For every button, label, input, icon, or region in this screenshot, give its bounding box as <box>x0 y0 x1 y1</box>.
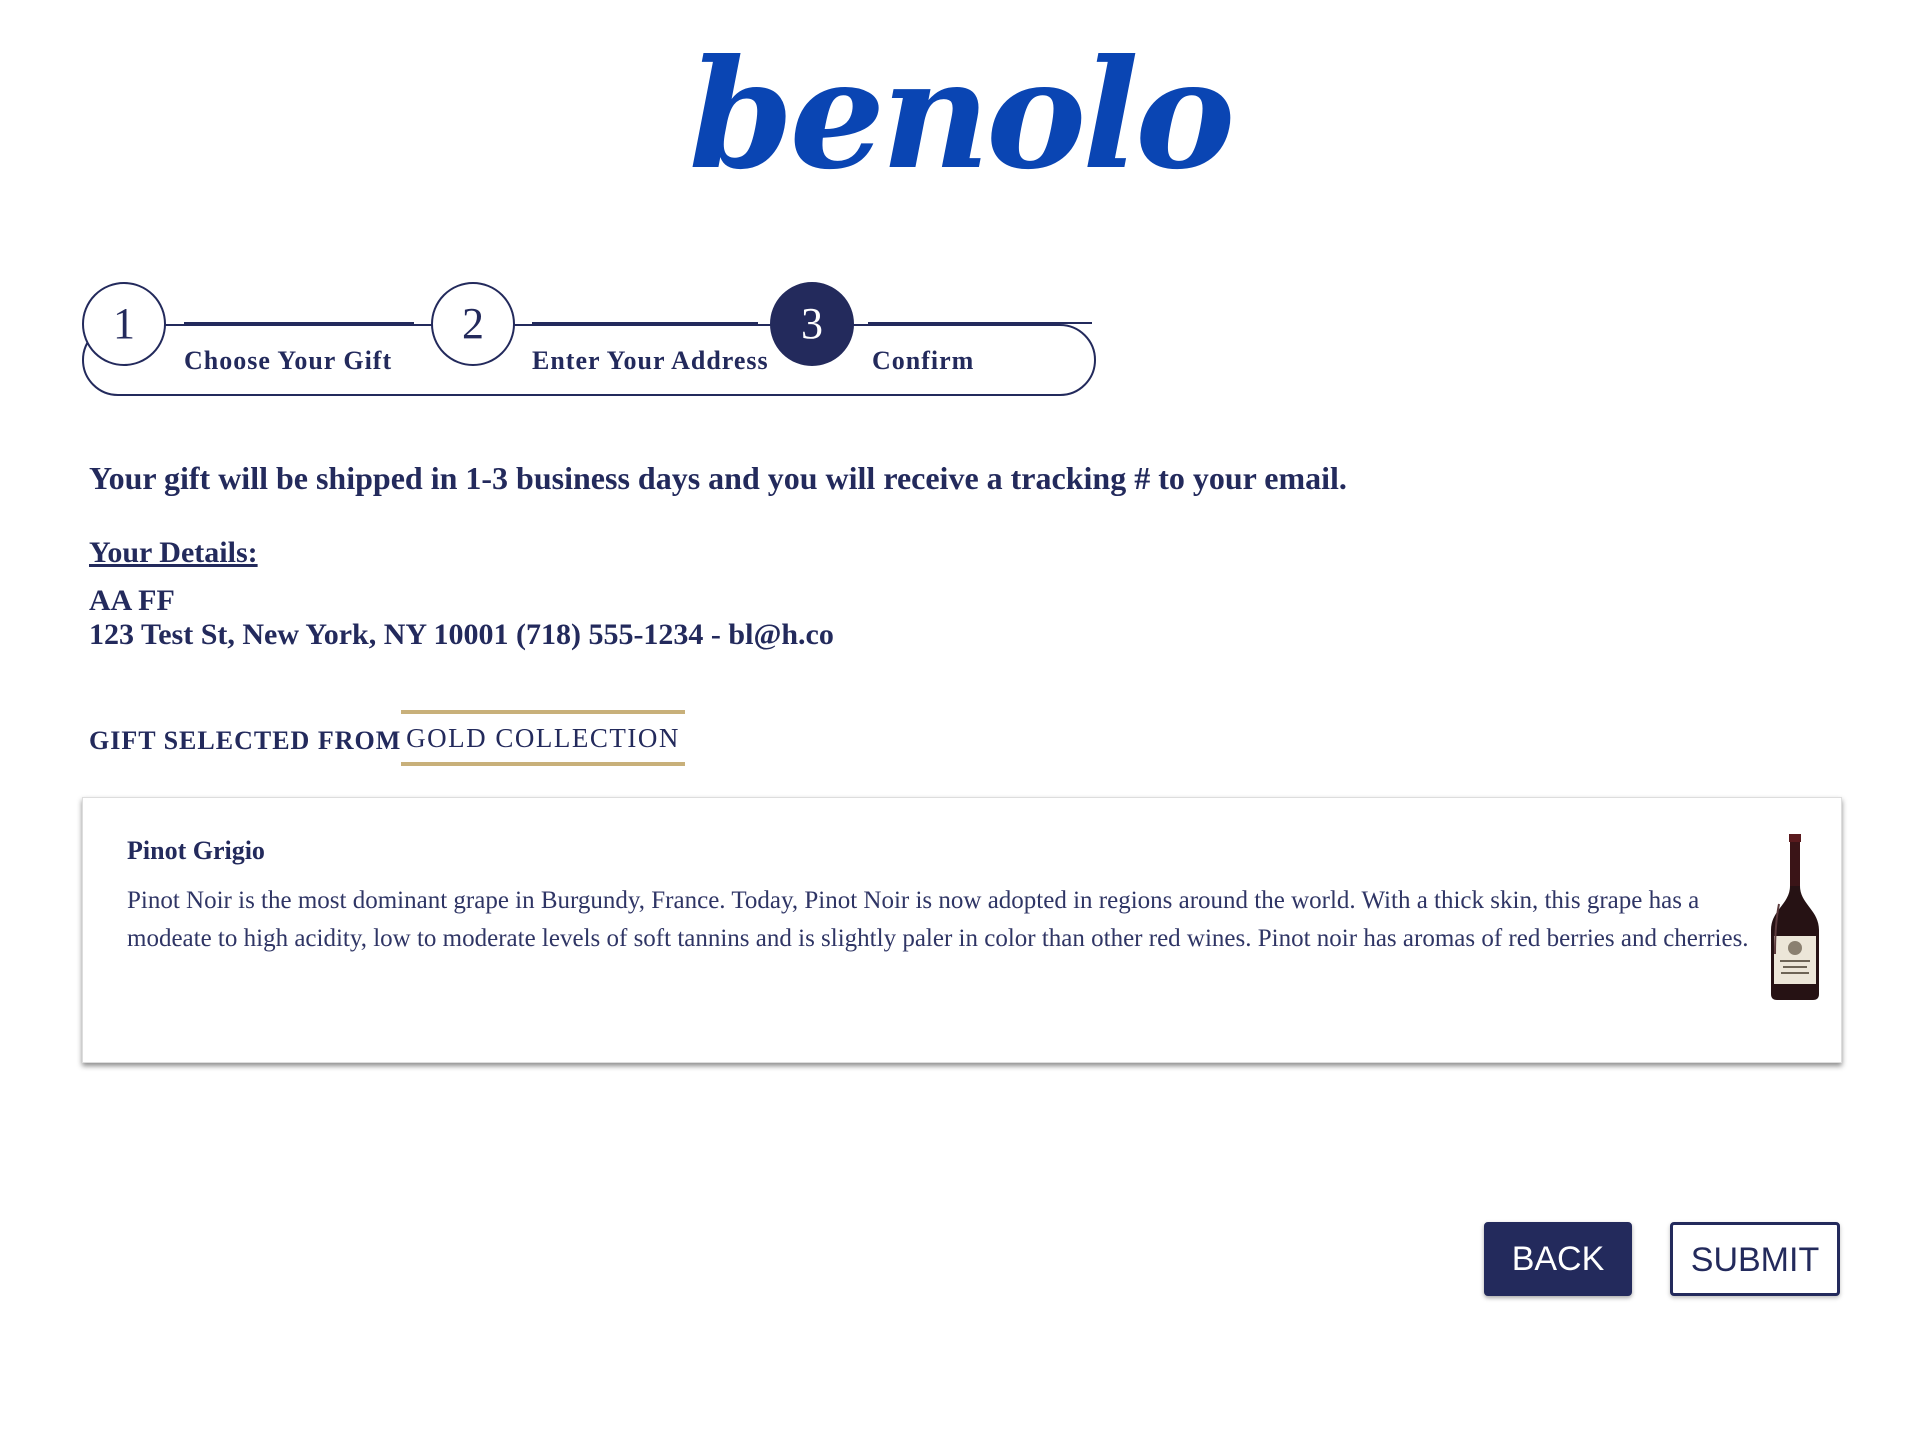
gift-item-card: Pinot Grigio Pinot Noir is the most domi… <box>82 797 1842 1063</box>
recipient-name: AA FF <box>89 584 175 617</box>
gift-item-description: Pinot Noir is the most dominant grape in… <box>127 887 1749 952</box>
step-2-label: Enter Your Address <box>532 346 777 376</box>
step-connector <box>868 322 1092 324</box>
shipping-message: Your gift will be shipped in 1-3 busines… <box>89 460 1347 496</box>
collection-name: GOLD COLLECTION <box>401 710 685 766</box>
gift-selected-from-label: GIFT SELECTED FROM <box>89 726 402 755</box>
back-button[interactable]: BACK <box>1484 1222 1632 1296</box>
wine-bottle-icon <box>1771 834 1819 1000</box>
recipient-address-contact: 123 Test St, New York, NY 10001 (718) 55… <box>89 618 834 651</box>
step-3-circle: 3 <box>770 282 854 366</box>
progress-stepper: Choose Your Gift Enter Your Address Conf… <box>82 282 1098 398</box>
step-2-circle[interactable]: 2 <box>431 282 515 366</box>
step-1-label: Choose Your Gift <box>184 346 401 376</box>
step-1-circle[interactable]: 1 <box>82 282 166 366</box>
details-heading: Your Details: <box>89 536 258 569</box>
benolo-logo[interactable]: benolo <box>0 40 1920 190</box>
step-connector <box>532 322 758 324</box>
step-connector <box>184 322 414 324</box>
gift-item-name: Pinot Grigio <box>127 836 265 865</box>
submit-button[interactable]: SUBMIT <box>1670 1222 1840 1296</box>
step-3-label: Confirm <box>872 346 983 376</box>
